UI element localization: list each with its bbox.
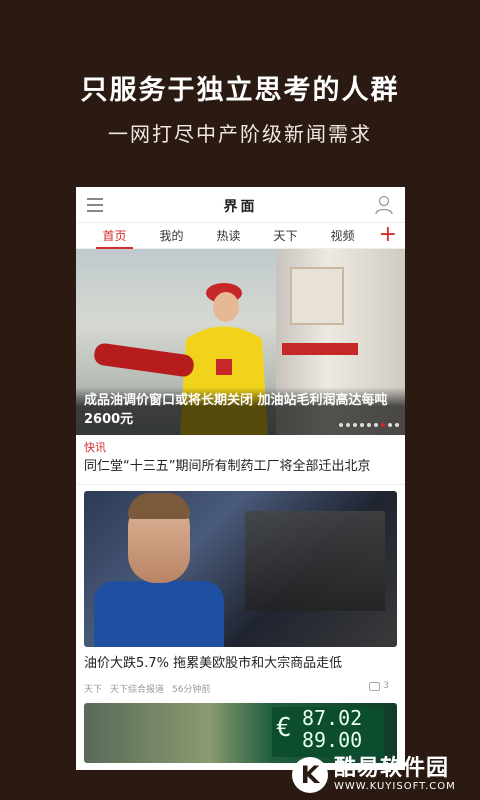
carousel-dot[interactable]: [388, 423, 392, 427]
carousel-dot[interactable]: [374, 423, 378, 427]
hero-banner[interactable]: 成品油调价窗口或将长期关闭 加油站毛利润高达每吨2600元: [76, 249, 405, 435]
carousel-dot[interactable]: [339, 423, 343, 427]
article-category[interactable]: 天下: [84, 682, 102, 695]
pump-panel: [290, 267, 344, 325]
article-meta: 天下 天下综合报道 56分钟前 3: [84, 681, 397, 695]
watermark-name: 酷易软件园: [334, 756, 450, 781]
trader-jacket: [94, 581, 224, 647]
pump-stripe: [282, 343, 358, 355]
phone-screen: 界面 首页 我的 热读 天下 视频 + 成品油调价窗口或将长期关闭 加油站毛利润…: [76, 187, 405, 770]
flash-news[interactable]: 快讯 同仁堂“十三五”期间所有制药工厂将全部迁出北京: [76, 435, 405, 476]
trader-hair: [128, 493, 190, 519]
carousel-dots: [339, 423, 399, 427]
ticker-line-1: 87.02: [302, 706, 363, 730]
carousel-dot[interactable]: [346, 423, 350, 427]
tab-mine[interactable]: 我的: [143, 223, 200, 249]
add-tab-button[interactable]: +: [379, 224, 397, 246]
article-image[interactable]: [84, 491, 397, 647]
carousel-dot[interactable]: [367, 423, 371, 427]
article-title[interactable]: 油价大跌5.7% 拖累美欧股市和大宗商品走低: [84, 655, 397, 673]
app-title: 界面: [223, 199, 258, 215]
user-icon[interactable]: [375, 195, 393, 215]
tab-bar: 首页 我的 热读 天下 视频 +: [76, 223, 405, 249]
watermark-url: WWW.KUYISOFT.COM: [334, 781, 456, 792]
comment-count-value: 3: [383, 681, 389, 691]
carousel-dot[interactable]: [353, 423, 357, 427]
article-card[interactable]: 油价大跌5.7% 拖累美欧股市和大宗商品走低 天下 天下综合报道 56分钟前 3: [76, 485, 405, 695]
ticker-line-2: 89.00: [302, 728, 363, 752]
carousel-dot[interactable]: [395, 423, 399, 427]
watermark-logo: K 酷易软件园 WWW.KUYISOFT.COM: [292, 752, 478, 798]
app-top-bar: 界面: [76, 187, 405, 223]
tab-home[interactable]: 首页: [86, 223, 143, 249]
flash-tag: 快讯: [84, 441, 106, 454]
tab-hot[interactable]: 热读: [200, 223, 257, 249]
carousel-dot[interactable]: [360, 423, 364, 427]
article-time: 56分钟前: [172, 684, 211, 695]
comment-icon: [369, 681, 381, 691]
euro-icon: €: [276, 713, 292, 743]
article-source: 天下综合报道: [110, 684, 165, 695]
trading-board: [245, 511, 385, 611]
tab-video[interactable]: 视频: [314, 223, 371, 249]
promo-headline: 只服务于独立思考的人群: [80, 75, 400, 106]
promo-subline: 一网打尽中产阶级新闻需求: [108, 122, 372, 146]
comment-count[interactable]: 3: [369, 681, 397, 691]
watermark-badge: K: [292, 757, 328, 793]
flash-headline[interactable]: 同仁堂“十三五”期间所有制药工厂将全部迁出北京: [84, 458, 397, 476]
carousel-dot-active[interactable]: [381, 423, 385, 427]
price-ticker: € 87.02 89.00: [272, 707, 384, 757]
tab-world[interactable]: 天下: [257, 223, 314, 249]
hero-caption[interactable]: 成品油调价窗口或将长期关闭 加油站毛利润高达每吨2600元: [76, 387, 405, 435]
